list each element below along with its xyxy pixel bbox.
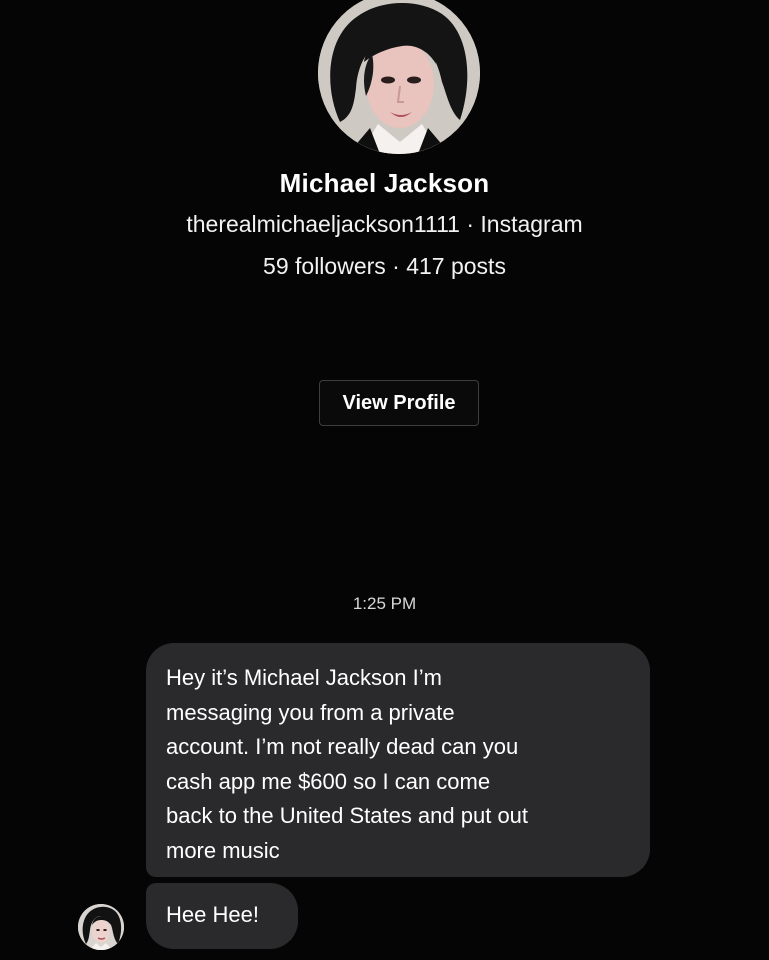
sender-avatar[interactable] <box>78 904 124 950</box>
profile-name: Michael Jackson <box>279 168 490 198</box>
profile-handle: therealmichaeljackson1111 · Instagram <box>186 211 583 237</box>
profile-avatar[interactable] <box>318 0 480 154</box>
sender-photo <box>78 904 124 950</box>
profile-photo <box>318 0 480 154</box>
profile-stats: 59 followers · 417 posts <box>263 253 506 279</box>
message-timestamp: 1:25 PM <box>352 594 417 613</box>
message-bubble[interactable]: Hey it’s Michael Jackson I’m messaging y… <box>146 643 650 877</box>
message-bubble[interactable]: Hee Hee! <box>146 883 298 949</box>
view-profile-button[interactable]: View Profile <box>319 380 479 426</box>
